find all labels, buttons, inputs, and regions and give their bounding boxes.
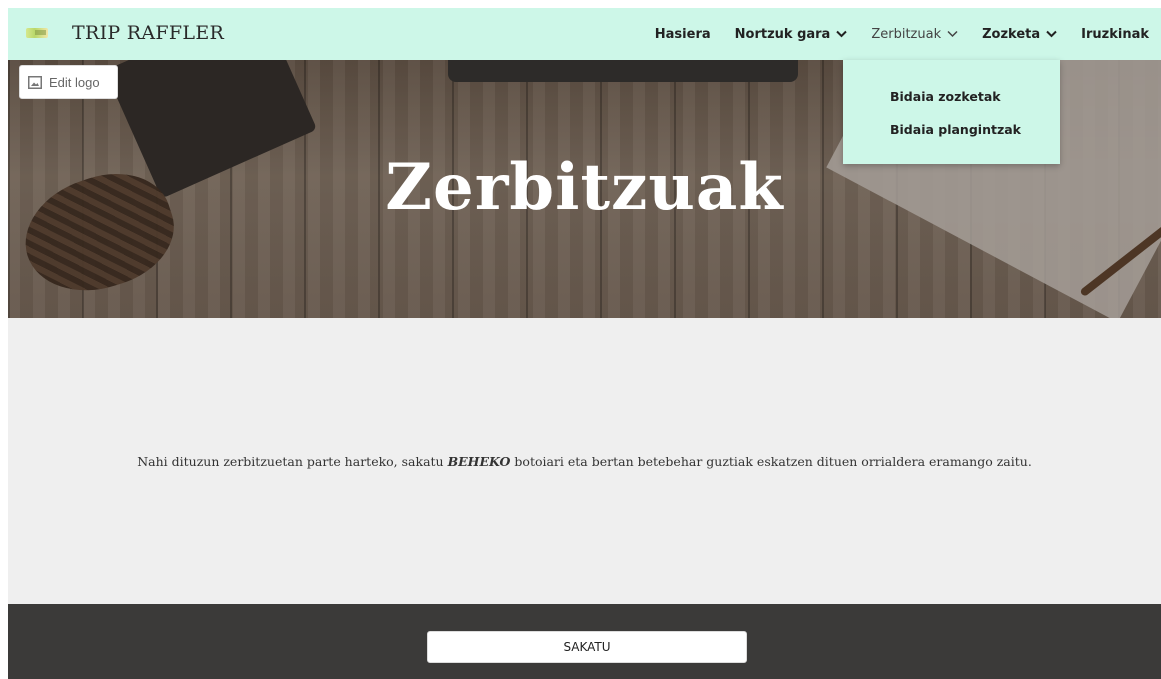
image-icon: [28, 75, 42, 89]
nav-item-label: Hasiera: [654, 26, 711, 42]
logo-icon[interactable]: [26, 28, 48, 38]
page-frame: TRIP RAFFLER Hasiera Nortzuk gara Zerbit…: [8, 8, 1161, 679]
edit-logo-button[interactable]: Edit logo: [19, 65, 118, 99]
edit-logo-label: Edit logo: [49, 74, 100, 90]
intro-text-emphasis: BEHEKO: [447, 454, 511, 469]
nav-item-label: Nortzuk gara: [734, 26, 831, 42]
main-nav: Hasiera Nortzuk gara Zerbitzuak Zozketa …: [655, 8, 1161, 60]
nav-item-iruzkinak[interactable]: Iruzkinak: [1081, 27, 1149, 42]
services-dropdown-menu: Bidaia zozketak Bidaia plangintzak: [843, 60, 1060, 164]
nav-item-label: Zozketa: [982, 26, 1041, 42]
nav-item-label: Zerbitzuak: [871, 26, 942, 42]
intro-text-start: Nahi dituzun zerbitzuetan parte harteko,…: [137, 454, 448, 469]
nav-item-hasiera[interactable]: Hasiera: [655, 27, 711, 42]
intro-text-end: botoiari eta bertan betebehar guztiak es…: [510, 454, 1032, 469]
nav-item-label: Iruzkinak: [1081, 26, 1149, 42]
nav-item-zozketa[interactable]: Zozketa: [982, 27, 1057, 42]
nav-item-zerbitzuak[interactable]: Zerbitzuak: [871, 27, 958, 42]
nav-item-nortzuk-gara[interactable]: Nortzuk gara: [735, 27, 848, 42]
chevron-down-icon: [947, 30, 958, 38]
dropdown-item-bidaia-zozketak[interactable]: Bidaia zozketak: [890, 89, 1001, 104]
top-navigation-bar: TRIP RAFFLER Hasiera Nortzuk gara Zerbit…: [8, 8, 1161, 60]
dropdown-item-bidaia-plangintzak[interactable]: Bidaia plangintzak: [890, 122, 1021, 137]
footer-bar: SAKATU: [8, 604, 1161, 679]
sakatu-button[interactable]: SAKATU: [427, 631, 747, 663]
chevron-down-icon: [836, 30, 848, 38]
brand-name[interactable]: TRIP RAFFLER: [72, 22, 224, 44]
chevron-down-icon: [1046, 30, 1057, 38]
intro-paragraph: Nahi dituzun zerbitzuetan parte harteko,…: [8, 454, 1161, 469]
